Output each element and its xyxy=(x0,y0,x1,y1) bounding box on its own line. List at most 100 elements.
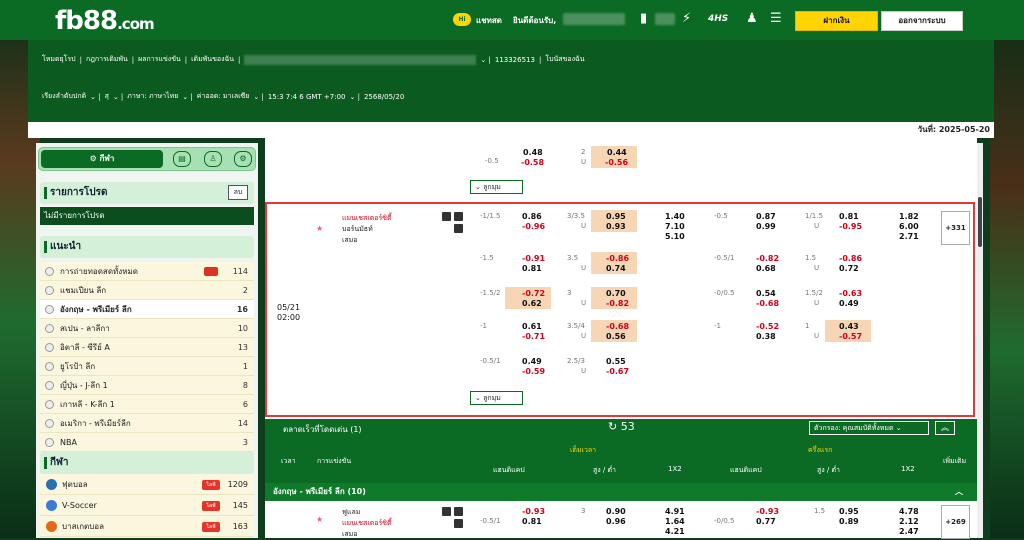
odds-cell[interactable]: 0.87 xyxy=(756,212,776,221)
odds-cell[interactable]: 0.62 xyxy=(522,299,542,308)
top-odd[interactable]: 0.48 xyxy=(523,148,543,157)
sidebar-league-item[interactable]: สเปน - ลาลีกา 10 xyxy=(40,319,254,338)
odds-cell[interactable]: 4.78 xyxy=(899,507,919,516)
odds-cell[interactable]: 2.12 xyxy=(899,517,919,526)
league-bar[interactable]: อังกฤษ - พรีเมียร์ ลีก (10) ︿ xyxy=(265,483,977,501)
sidebar-sport-item[interactable]: ฟุตบอล ไลฟ์ 1209 xyxy=(40,474,254,495)
odds-cell[interactable]: 0.95 xyxy=(839,507,859,516)
odds-cell[interactable]: -0.86 xyxy=(606,254,629,263)
rules-link[interactable]: กฎการเดิมพัน xyxy=(86,54,128,65)
odds-cell[interactable]: 2.71 xyxy=(899,232,919,241)
sidebar-league-item[interactable]: แชมเปียน ลีก 2 xyxy=(40,281,254,300)
odds-cell[interactable]: 0.68 xyxy=(756,264,776,273)
language-select[interactable]: ภาษา: ภาษาไทย xyxy=(127,91,178,102)
odds-type-select[interactable]: ค่าออด: มาเลเซีย xyxy=(197,91,250,102)
wallet-icon[interactable]: ▮ xyxy=(640,11,647,27)
odds-cell[interactable]: -0.59 xyxy=(522,367,545,376)
odds-cell[interactable]: 0.49 xyxy=(522,357,542,366)
sidebar-league-item[interactable]: ญี่ปุ่น - J-ลีก 1 8 xyxy=(40,376,254,395)
odds-cell[interactable]: 0.43 xyxy=(839,322,859,331)
odds-cell[interactable]: -0.82 xyxy=(606,299,629,308)
promo-icon[interactable]: 4HS xyxy=(708,11,728,27)
odds-cell[interactable]: 0.81 xyxy=(839,212,859,221)
odds-cell[interactable]: 1.64 xyxy=(665,517,685,526)
sidebar-league-item[interactable]: ยูโรป้า ลีก 1 xyxy=(40,357,254,376)
odds-cell[interactable]: -0.93 xyxy=(756,507,779,516)
odds-cell[interactable]: 2.47 xyxy=(899,527,919,536)
odds-cell[interactable]: -0.57 xyxy=(839,332,862,341)
odds-cell[interactable]: 0.49 xyxy=(839,299,859,308)
refresh-icon[interactable]: ↻ 53 xyxy=(608,420,635,433)
play-icon[interactable] xyxy=(454,212,463,221)
odds-cell[interactable]: -0.82 xyxy=(756,254,779,263)
profile-icon[interactable]: ♙ xyxy=(204,151,222,167)
my-bets-link[interactable]: เดิมพันของฉัน xyxy=(191,54,234,65)
odds-cell[interactable]: 1.40 xyxy=(665,212,685,221)
odds-cell[interactable]: 5.10 xyxy=(665,232,685,241)
top-odd[interactable]: -0.58 xyxy=(521,158,544,167)
sidebar-sport-item[interactable]: บาสเกตบอล ไลฟ์ 163 xyxy=(40,516,254,537)
corner-more-button[interactable]: ⌄ ลูกมุม xyxy=(470,391,523,405)
stats-icon[interactable] xyxy=(442,212,451,221)
odds-cell[interactable]: -0.86 xyxy=(839,254,862,263)
odds-cell[interactable]: 0.81 xyxy=(522,517,542,526)
odds-cell[interactable]: 0.77 xyxy=(756,517,776,526)
odds-cell[interactable]: 0.72 xyxy=(839,264,859,273)
logo[interactable]: fb88.com xyxy=(55,6,155,36)
odds-cell[interactable]: -0.63 xyxy=(839,289,862,298)
odds-cell[interactable]: -0.93 xyxy=(522,507,545,516)
odds-cell[interactable]: 0.74 xyxy=(606,264,626,273)
odds-cell[interactable]: -0.67 xyxy=(606,367,629,376)
sidebar-sport-item[interactable]: V-Soccer ไลฟ์ 145 xyxy=(40,495,254,516)
odds-cell[interactable]: 0.54 xyxy=(756,289,776,298)
odds-cell[interactable]: 7.10 xyxy=(665,222,685,231)
sidebar-league-item[interactable]: อเมริกา - พรีเมียร์ลีก 14 xyxy=(40,414,254,433)
lightning-icon[interactable]: ⚡ xyxy=(682,11,691,27)
deposit-button[interactable]: ฝากเงิน xyxy=(795,11,878,31)
results-link[interactable]: ผลการแข่งขัน xyxy=(138,54,181,65)
odds-cell[interactable]: 0.70 xyxy=(606,289,626,298)
odds-cell[interactable]: 0.93 xyxy=(606,222,626,231)
odds-cell[interactable]: 4.21 xyxy=(665,527,685,536)
collapse-icon[interactable]: ︽ xyxy=(935,421,955,435)
odds-cell[interactable]: 0.89 xyxy=(839,517,859,526)
corner-more-button[interactable]: ⌄ ลูกมุม xyxy=(470,180,523,194)
more-markets-button[interactable]: +269 xyxy=(941,505,970,539)
sidebar-league-item[interactable]: เกาหลี - K-ลีก 1 6 xyxy=(40,395,254,414)
sort-select[interactable]: เรียงลำดับปกติ xyxy=(42,91,86,102)
clear-button[interactable]: ลบ xyxy=(228,185,248,200)
odds-cell[interactable]: 6.00 xyxy=(899,222,919,231)
odds-cell[interactable]: -0.72 xyxy=(522,289,545,298)
top-odd[interactable]: -0.56 xyxy=(605,158,628,167)
odds-cell[interactable]: -0.52 xyxy=(756,322,779,331)
live-tv-icon[interactable] xyxy=(454,519,463,528)
odds-cell[interactable]: 0.38 xyxy=(756,332,776,341)
euro-mode-link[interactable]: โหมดยุโรป xyxy=(42,54,76,65)
odds-cell[interactable]: 0.55 xyxy=(606,357,626,366)
odds-cell[interactable]: 0.99 xyxy=(756,222,776,231)
odds-cell[interactable]: 0.95 xyxy=(606,212,626,221)
odds-cell[interactable]: 0.90 xyxy=(606,507,626,516)
more-markets-button[interactable]: +331 xyxy=(941,211,970,245)
odds-cell[interactable]: -0.68 xyxy=(756,299,779,308)
odds-select[interactable]: สุ xyxy=(105,91,109,102)
favorite-star-icon[interactable]: ★ xyxy=(316,224,323,233)
live-chat-link[interactable]: แชทสด xyxy=(476,14,502,27)
top-odd[interactable]: 0.44 xyxy=(607,148,627,157)
logout-button[interactable]: ออกจากระบบ xyxy=(881,11,963,31)
sidebar-league-item[interactable]: การถ่ายทอดสดทั้งหมด 114 xyxy=(40,262,254,281)
scrollbar-thumb[interactable] xyxy=(978,197,982,247)
fast-market-title[interactable]: ตลาดเร็วที่โดดเด่น (1) xyxy=(283,423,362,436)
favorite-star-icon[interactable]: ★ xyxy=(316,515,323,524)
odds-cell[interactable]: -0.68 xyxy=(606,322,629,331)
sidebar-league-item[interactable]: อิตาลี - ซีรีย์ A 13 xyxy=(40,338,254,357)
odds-cell[interactable]: -0.96 xyxy=(522,222,545,231)
my-bonus-link[interactable]: โบนัสของฉัน xyxy=(545,54,584,65)
live-tv-icon[interactable] xyxy=(454,224,463,233)
user-icon[interactable]: ♟ xyxy=(746,11,758,27)
odds-cell[interactable]: 0.61 xyxy=(522,322,542,331)
filter-select[interactable]: ตัวกรอง: คุณสมบัติทั้งหมด ⌄ xyxy=(809,421,929,435)
odds-cell[interactable]: 0.86 xyxy=(522,212,542,221)
play-icon[interactable] xyxy=(454,507,463,516)
sidebar-league-item[interactable]: NBA 3 xyxy=(40,433,254,452)
